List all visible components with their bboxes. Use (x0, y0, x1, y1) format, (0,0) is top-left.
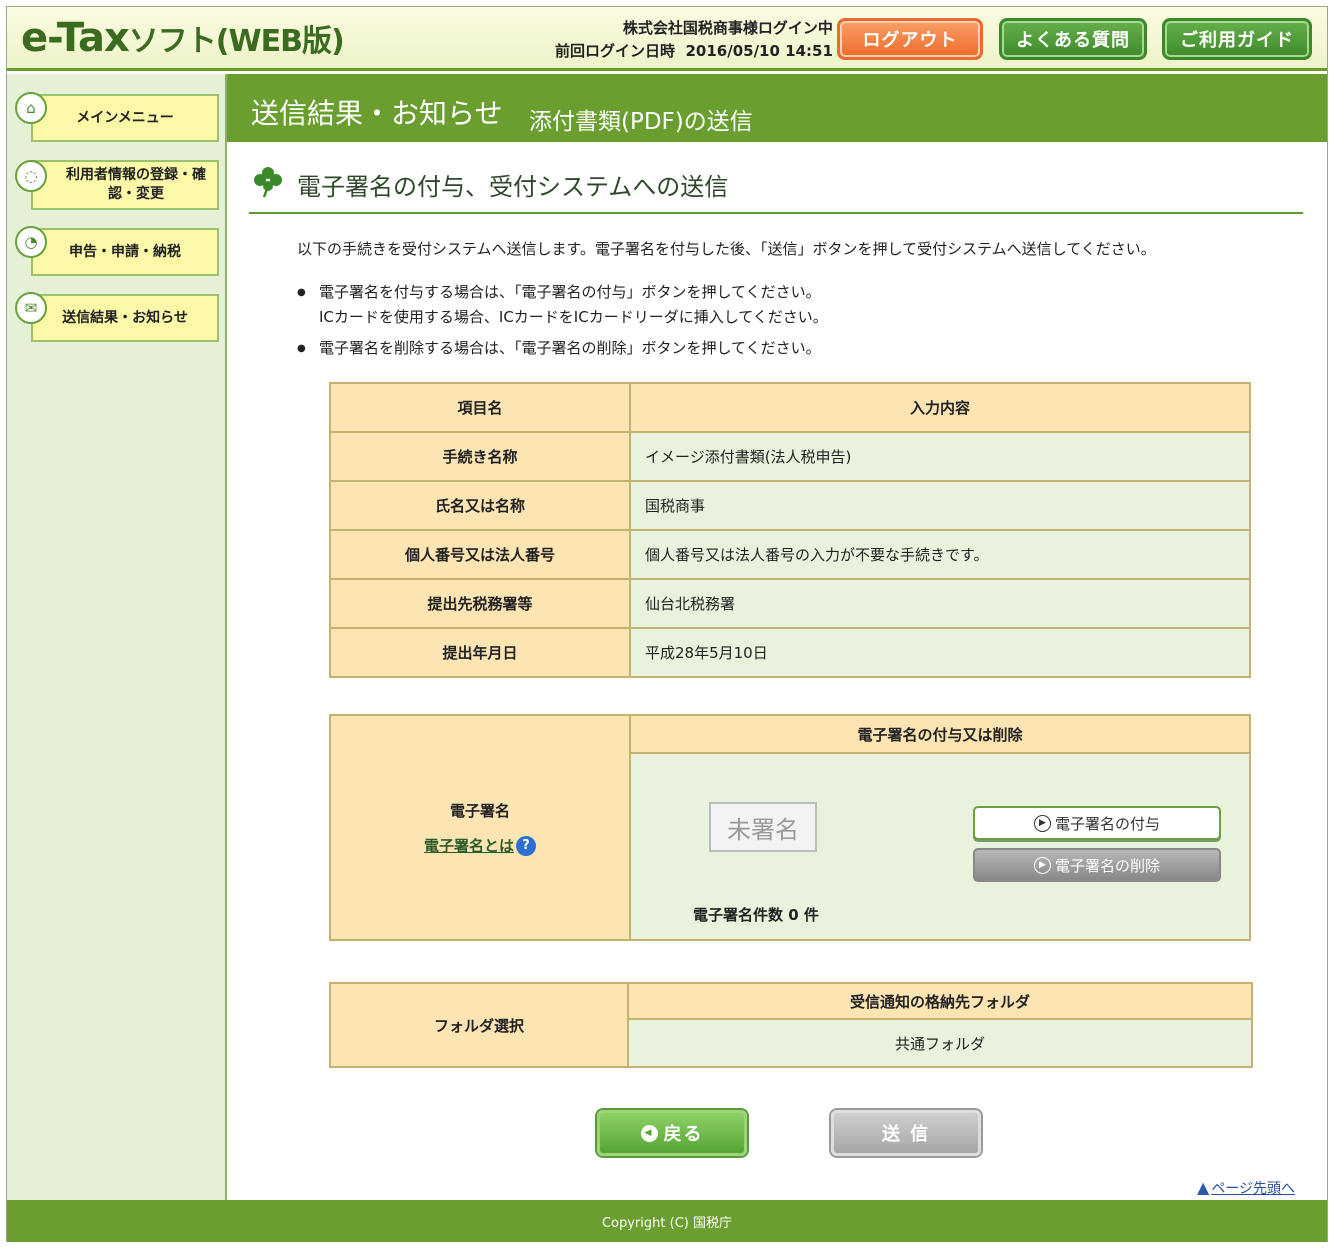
guide-button[interactable]: ご利用ガイド (1162, 18, 1312, 60)
row-value: 個人番号又は法人番号の入力が不要な手続きです。 (629, 529, 1251, 580)
column-header-item: 項目名 (329, 382, 631, 433)
page-top-link[interactable]: ページ先頭へ (1211, 1181, 1295, 1197)
row-value: 仙台北税務署 (629, 578, 1251, 629)
folder-value: 共通フォルダ (627, 1018, 1253, 1068)
sidebar-item-label: メインメニュー (76, 109, 174, 126)
help-icon[interactable]: ? (516, 835, 536, 856)
row-value: 平成28年5月10日 (629, 627, 1251, 678)
table-row: 提出先税務署等 仙台北税務署 (329, 578, 1251, 629)
back-arrow-icon: ◀ (640, 1124, 658, 1142)
row-value: イメージ添付書類(法人税申告) (629, 431, 1251, 482)
table-row: 個人番号又は法人番号 個人番号又は法人番号の入力が不要な手続きです。 (329, 529, 1251, 580)
page-title: 送信結果・お知らせ (251, 97, 503, 130)
last-login: 前回ログイン日時 2016/05/10 14:51 (555, 42, 833, 60)
sidebar-item-user-info[interactable]: 利用者情報の登録・確認・変更 (31, 160, 219, 210)
signature-count: 電子署名件数 0 件 (693, 906, 819, 925)
signature-label: 電子署名 (449, 801, 510, 820)
title-bar: 送信結果・お知らせ 添付書類(PDF)の送信 (227, 74, 1327, 142)
signature-label-cell: 電子署名 電子署名とは? (329, 714, 631, 941)
row-label: 個人番号又は法人番号 (329, 529, 631, 580)
list-item: 電子署名を削除する場合は、「電子署名の削除」ボタンを押してください。 (297, 336, 828, 361)
sidebar-item-label: 申告・申請・納税 (69, 243, 181, 260)
folder-table: フォルダ選択 受信通知の格納先フォルダ 共通フォルダ (329, 982, 1253, 1068)
table-row: 手続き名称 イメージ添付書類(法人税申告) (329, 431, 1251, 482)
user-info-icon: ◌ (15, 160, 47, 192)
play-icon: ▶ (1033, 814, 1051, 832)
faq-button[interactable]: よくある質問 (999, 18, 1147, 60)
up-arrow-icon: ▲ (1197, 1178, 1210, 1197)
mail-icon: ✉ (15, 292, 47, 324)
sidebar-item-main-menu[interactable]: メインメニュー (31, 94, 219, 142)
page-subtitle: 添付書類(PDF)の送信 (529, 109, 753, 135)
row-label: 手続き名称 (329, 431, 631, 482)
table-row: 氏名又は名称 国税商事 (329, 480, 1251, 531)
back-button[interactable]: ◀ 戻る (597, 1110, 747, 1156)
page-top-link-wrap: ▲ ページ先頭へ (1197, 1178, 1295, 1198)
main-content: 送信結果・お知らせ 添付書類(PDF)の送信 電子署名の付与、受付システムへの送… (227, 74, 1327, 1200)
logout-button[interactable]: ログアウト (837, 18, 983, 60)
intro-text: 以下の手続きを受付システムへ送信します。電子署名を付与した後、「送信」ボタンを押… (297, 240, 1156, 258)
login-user: 株式会社国税商事様ログイン中 (622, 19, 833, 37)
login-info: 株式会社国税商事様ログイン中 前回ログイン日時 2016/05/10 14:51 (555, 17, 833, 63)
sidebar-item-declaration[interactable]: 申告・申請・納税 (31, 228, 219, 276)
signature-status-badge: 未署名 (709, 802, 817, 853)
sidebar-item-results[interactable]: 送信結果・お知らせ (31, 294, 219, 342)
row-label: 提出先税務署等 (329, 578, 631, 629)
column-header-value: 入力内容 (629, 382, 1251, 433)
sidebar: メインメニュー ⌂ 利用者情報の登録・確認・変更 ◌ 申告・申請・納税 ◔ 送信… (7, 74, 227, 1200)
info-table: 項目名 入力内容 手続き名称 イメージ添付書類(法人税申告) 氏名又は名称 国税… (329, 382, 1251, 678)
signature-header: 電子署名の付与又は削除 (629, 713, 1251, 755)
sidebar-item-label: 利用者情報の登録・確認・変更 (66, 167, 206, 202)
sidebar-item-label: 送信結果・お知らせ (62, 309, 188, 326)
table-header-row: 項目名 入力内容 (329, 382, 1251, 433)
table-row: 提出年月日 平成28年5月10日 (329, 627, 1251, 678)
section-heading: 電子署名の付与、受付システムへの送信 (249, 162, 1303, 214)
row-value: 国税商事 (629, 480, 1251, 531)
list-item: 電子署名を付与する場合は、「電子署名の付与」ボタンを押してください。 ICカード… (297, 280, 828, 330)
clover-icon (254, 167, 282, 198)
folder-header: 受信通知の格納先フォルダ (627, 982, 1253, 1020)
signature-table: 電子署名 電子署名とは? 電子署名の付与又は削除 未署名 ▶ 電子署名の付与 ▶ 電… (329, 713, 1251, 941)
row-label: 提出年月日 (329, 627, 631, 678)
section-title: 電子署名の付与、受付システムへの送信 (297, 173, 729, 201)
declaration-icon: ◔ (15, 226, 47, 258)
signature-body: 未署名 ▶ 電子署名の付与 ▶ 電子署名の削除 電子署名件数 0 件 (629, 752, 1251, 941)
delete-signature-button[interactable]: ▶ 電子署名の削除 (973, 848, 1221, 883)
folder-label: フォルダ選択 (329, 982, 629, 1068)
home-icon: ⌂ (15, 92, 47, 124)
send-button[interactable]: 送 信 (831, 1110, 981, 1156)
instruction-list: 電子署名を付与する場合は、「電子署名の付与」ボタンを押してください。 ICカード… (297, 280, 828, 367)
etax-logo: e-Taxソフト(WEB版) (21, 15, 345, 61)
play-icon: ▶ (1033, 856, 1051, 874)
row-label: 氏名又は名称 (329, 480, 631, 531)
app-frame: e-Taxソフト(WEB版) 株式会社国税商事様ログイン中 前回ログイン日時 2… (6, 6, 1328, 1242)
signature-help-link[interactable]: 電子署名とは (424, 835, 514, 856)
add-signature-button[interactable]: ▶ 電子署名の付与 (973, 806, 1221, 841)
header: e-Taxソフト(WEB版) 株式会社国税商事様ログイン中 前回ログイン日時 2… (7, 7, 1327, 71)
footer-copyright: Copyright (C) 国税庁 (7, 1200, 1327, 1242)
